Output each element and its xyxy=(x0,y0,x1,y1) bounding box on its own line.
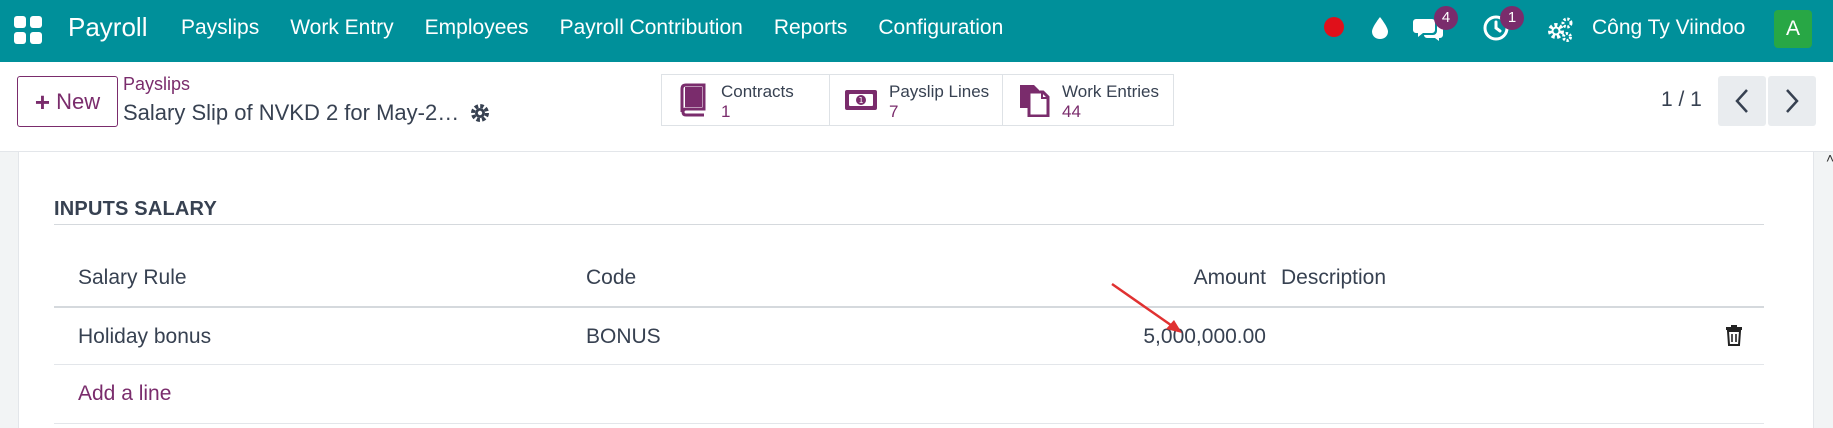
gears-icon[interactable] xyxy=(1546,15,1574,43)
cell-code[interactable]: BONUS xyxy=(586,325,661,349)
top-navbar: Payroll Payslips Work Entry Employees Pa… xyxy=(0,0,1833,62)
chevron-right-icon xyxy=(1786,89,1799,113)
new-button[interactable]: + New xyxy=(17,76,118,127)
pager-previous-button[interactable] xyxy=(1718,76,1766,126)
plus-icon: + xyxy=(34,86,51,117)
app-title[interactable]: Payroll xyxy=(68,12,147,43)
record-title: Salary Slip of NVKD 2 for May-2… xyxy=(123,100,460,125)
add-line-row: Add a line xyxy=(54,366,1764,424)
work-entries-smart-button[interactable]: Work Entries 44 xyxy=(1003,75,1173,125)
work-entries-count: 44 xyxy=(1062,102,1081,121)
user-avatar[interactable]: A xyxy=(1774,10,1812,48)
water-drop-icon[interactable] xyxy=(1370,16,1390,40)
cell-salary-rule[interactable]: Holiday bonus xyxy=(78,325,211,349)
svg-text:1: 1 xyxy=(858,96,863,105)
menu-item-reports[interactable]: Reports xyxy=(774,16,848,40)
pager-value[interactable]: 1 / 1 xyxy=(1661,88,1702,112)
control-panel: + New Payslips Salary Slip of NVKD 2 for… xyxy=(0,62,1833,152)
section-title: INPUTS SALARY xyxy=(54,198,217,220)
contracts-count: 1 xyxy=(721,102,731,121)
table-row[interactable]: Holiday bonus BONUS 5,000,000.00 xyxy=(54,308,1764,365)
smart-buttons: Contracts 1 1 Payslip Lines 7 Work Entri… xyxy=(661,74,1174,126)
book-icon xyxy=(680,83,706,117)
gear-icon[interactable] xyxy=(469,102,491,124)
annotation-arrow-icon xyxy=(1111,282,1182,333)
column-header-salary-rule[interactable]: Salary Rule xyxy=(78,266,187,290)
pager-next-button[interactable] xyxy=(1768,76,1816,126)
contracts-smart-button[interactable]: Contracts 1 xyxy=(662,75,830,125)
scrollbar-indicator[interactable]: ˄ xyxy=(1826,150,1833,166)
record-dot-icon[interactable] xyxy=(1324,17,1344,37)
chevron-left-icon xyxy=(1735,89,1748,113)
activities-count-badge: 1 xyxy=(1500,6,1524,30)
payslip-lines-smart-button[interactable]: 1 Payslip Lines 7 xyxy=(830,75,1003,125)
add-line-link[interactable]: Add a line xyxy=(78,382,171,406)
new-button-label: New xyxy=(56,88,101,114)
messages-count-badge: 4 xyxy=(1434,6,1458,30)
menu-item-configuration[interactable]: Configuration xyxy=(878,16,1003,40)
money-icon: 1 xyxy=(845,90,877,110)
apps-menu-icon[interactable] xyxy=(14,16,42,44)
column-header-code[interactable]: Code xyxy=(586,266,636,290)
column-header-description[interactable]: Description xyxy=(1281,266,1386,290)
work-entries-label: Work Entries xyxy=(1062,82,1159,101)
contracts-label: Contracts xyxy=(721,82,794,101)
company-switcher[interactable]: Công Ty Viindoo xyxy=(1592,16,1745,40)
menu-item-employees[interactable]: Employees xyxy=(425,16,529,40)
breadcrumb-payslips[interactable]: Payslips xyxy=(123,74,190,95)
payslip-lines-count: 7 xyxy=(889,102,899,121)
menu-item-work-entry[interactable]: Work Entry xyxy=(290,16,393,40)
files-icon xyxy=(1020,85,1050,117)
section-divider xyxy=(54,224,1764,225)
menu-item-payslips[interactable]: Payslips xyxy=(181,16,259,40)
trash-icon[interactable] xyxy=(1724,323,1744,347)
menu-item-payroll-contribution[interactable]: Payroll Contribution xyxy=(560,16,743,40)
payslip-lines-label: Payslip Lines xyxy=(889,82,990,101)
main-menu: Payslips Work Entry Employees Payroll Co… xyxy=(181,16,1034,40)
